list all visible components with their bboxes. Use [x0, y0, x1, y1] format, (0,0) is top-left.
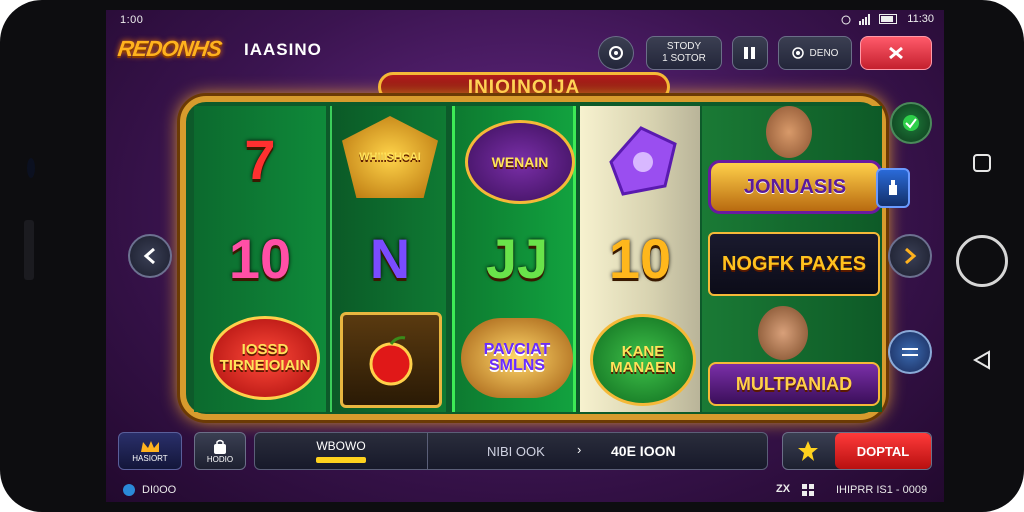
- story-label: STODY: [666, 41, 702, 52]
- thumb-icon: [889, 180, 897, 195]
- reel-symbol: 7: [244, 127, 276, 191]
- footer-info: IHIPRR IS1 - 0009: [836, 484, 928, 496]
- gem-tile: [598, 122, 684, 202]
- game-screen: 1:00 11:30 REDONHS IAASINO STODY 1 SOTOR: [106, 10, 944, 502]
- character-avatar: [766, 106, 812, 158]
- shop-button[interactable]: HODIO: [194, 432, 246, 470]
- list-button[interactable]: [888, 330, 932, 374]
- reel-3: WENAIN JJ PAVCIAT SMLNS: [452, 106, 576, 412]
- settings-button[interactable]: [598, 36, 634, 70]
- footer-tag: ZX: [776, 483, 791, 495]
- status-bar: 1:00 11:30: [106, 10, 944, 30]
- list-icon: [902, 348, 918, 356]
- gem-icon: [609, 126, 677, 196]
- story-button[interactable]: STODY 1 SOTOR: [646, 36, 722, 70]
- nav-recents-button[interactable]: [962, 143, 1002, 183]
- slot-machine-frame: 7 10 IOSSD TIRNEIOIAIN WHIIISHCAI N WENA…: [180, 96, 886, 420]
- confirm-button[interactable]: [890, 102, 932, 144]
- crown-icon: [141, 440, 159, 452]
- coin-icon: [123, 484, 135, 496]
- front-camera: [27, 158, 35, 178]
- status-clock: 11:30: [907, 13, 934, 25]
- wallet-field[interactable]: WBOWO: [255, 433, 428, 469]
- reel-symbol: 10: [608, 226, 672, 290]
- battery-icon: [879, 14, 898, 24]
- star-icon[interactable]: [797, 440, 819, 462]
- record-icon: [791, 47, 804, 59]
- footer-bar: DI0OO ZX IHIPRR IS1 - 0009: [106, 480, 944, 500]
- prev-arrow-button[interactable]: [128, 234, 172, 278]
- bag-icon: [214, 439, 226, 454]
- history-label: HASIORT: [132, 453, 168, 463]
- next-arrow-button[interactable]: [888, 234, 932, 278]
- status-time: 1:00: [120, 14, 144, 26]
- close-button[interactable]: [860, 36, 932, 70]
- reel-symbol: PAVCIAT SMLNS: [461, 318, 573, 398]
- spin-group: DOPTAL: [782, 432, 932, 470]
- character-avatar: [758, 306, 808, 360]
- grid-icon: [802, 484, 814, 496]
- chevron-right-icon: [905, 247, 917, 265]
- reel-symbol: 10: [228, 226, 292, 290]
- history-button[interactable]: HASIORT: [118, 432, 182, 470]
- reel-symbol: JONUASIS: [708, 160, 882, 214]
- wallet-label: WBOWO: [316, 439, 366, 453]
- reel-1: 7 10 IOSSD TIRNEIOIAIN: [194, 106, 326, 412]
- bet-label: NIBI OOK: [487, 444, 545, 459]
- info-button[interactable]: [876, 168, 910, 208]
- reel-symbol: WHIIISHCAI: [342, 116, 438, 198]
- close-icon: [889, 46, 903, 60]
- wallet-bar: [316, 457, 366, 463]
- phone-frame: 1:00 11:30 REDONHS IAASINO STODY 1 SOTOR: [0, 0, 1024, 512]
- reel-symbol: WENAIN: [465, 120, 575, 204]
- demo-button[interactable]: DENO: [778, 36, 852, 70]
- reel-symbol: N: [369, 226, 411, 290]
- story-sublabel: 1 SOTOR: [662, 53, 706, 64]
- reel-4: 10 KANE MANAEN: [580, 106, 700, 412]
- signal-icon: [859, 13, 871, 25]
- footer-balance: DI0OO: [142, 484, 177, 496]
- bet-amount: 40E IOON: [611, 443, 676, 459]
- reel-2: WHIIISHCAI N: [330, 106, 446, 412]
- settings-icon: [609, 46, 623, 60]
- cherry-icon: [369, 336, 413, 386]
- spin-button[interactable]: DOPTAL: [835, 433, 931, 469]
- alarm-icon: [841, 15, 851, 24]
- bet-panel: WBOWO NIBI OOK › 40E IOON: [254, 432, 768, 470]
- reel-symbol: IOSSD TIRNEIOIAIN: [210, 316, 320, 400]
- nav-home-button[interactable]: [956, 235, 1008, 287]
- reel-symbol: NOGFK PAXES: [708, 232, 880, 296]
- demo-label: DENO: [809, 47, 839, 59]
- brand-title: IAASINO: [244, 40, 322, 59]
- reel-symbol: MULTPANIAD: [708, 362, 880, 406]
- chevron-left-icon: [143, 247, 155, 265]
- shop-label: HODIO: [206, 454, 234, 464]
- casino-logo: REDONHS: [116, 36, 223, 61]
- cherry-tile: [340, 312, 442, 408]
- bottom-bar: HASIORT HODIO WBOWO NIBI OOK › 40E IOON …: [106, 428, 944, 476]
- bet-caret-icon[interactable]: ›: [577, 442, 581, 457]
- status-icons: 11:30: [841, 13, 934, 25]
- phone-side-button: [24, 220, 34, 280]
- nav-back-button[interactable]: [962, 340, 1002, 380]
- menu-icon: [744, 47, 755, 59]
- reel-5: JONUASIS NOGFK PAXES MULTPANIAD: [702, 106, 882, 412]
- reel-symbol: JJ: [485, 226, 549, 290]
- reel-symbol: KANE MANAEN: [590, 314, 696, 406]
- menu-button[interactable]: [732, 36, 768, 70]
- check-icon: [903, 115, 919, 131]
